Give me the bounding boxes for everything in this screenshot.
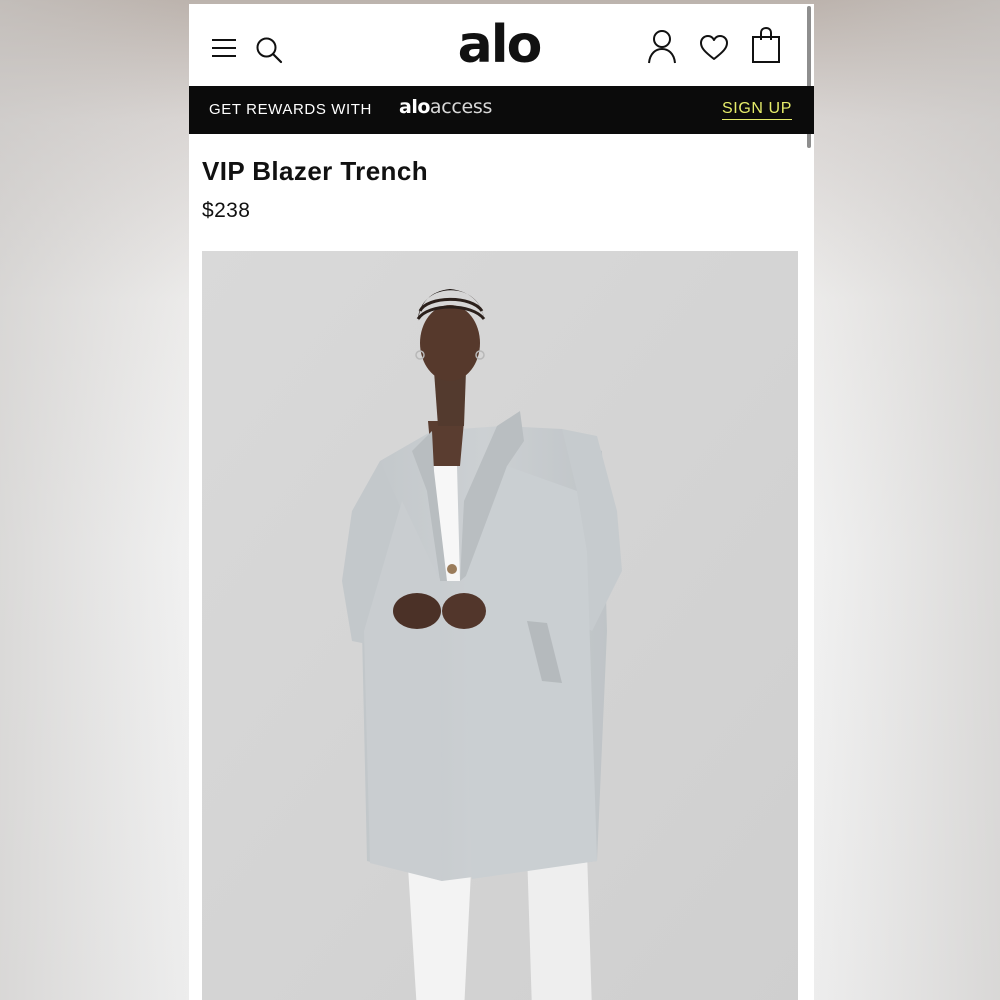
rewards-banner: GET REWARDS WITH aloaccess SIGN UP bbox=[189, 86, 814, 134]
alo-logo[interactable]: alo bbox=[457, 12, 543, 78]
wishlist-icon[interactable] bbox=[699, 34, 729, 62]
account-icon[interactable] bbox=[647, 29, 677, 65]
product-price: $238 bbox=[202, 199, 251, 222]
alo-access-logo: aloaccess bbox=[399, 96, 492, 118]
search-icon[interactable] bbox=[255, 36, 283, 64]
alo-access-logo-bold: alo bbox=[399, 96, 430, 118]
bag-icon[interactable] bbox=[751, 26, 781, 64]
product-image[interactable] bbox=[202, 251, 798, 1000]
alo-access-logo-light: access bbox=[429, 96, 493, 118]
sign-up-link[interactable]: SIGN UP bbox=[722, 100, 792, 120]
backdrop-left-shade bbox=[0, 0, 190, 1000]
product-title: VIP Blazer Trench bbox=[202, 156, 428, 186]
menu-icon[interactable] bbox=[211, 37, 237, 59]
site-header: alo bbox=[189, 4, 814, 86]
backdrop-right-shade bbox=[814, 0, 1000, 1000]
phone-screen: alo GET REWARDS WITH aloaccess SIGN UP V… bbox=[189, 4, 814, 1000]
product-photo-illustration bbox=[202, 251, 798, 1000]
rewards-text: GET REWARDS WITH bbox=[209, 101, 372, 118]
